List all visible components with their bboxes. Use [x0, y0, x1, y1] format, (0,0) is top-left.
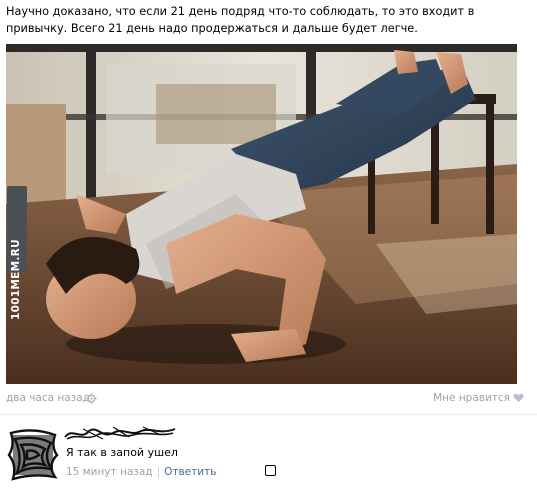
watermark-badge: 1001MEM.RU [7, 186, 27, 320]
watermark-text: 1001MEM.RU [10, 239, 22, 320]
divider [0, 414, 537, 415]
comment-text: Я так в запой ушел [66, 446, 178, 459]
comment-time[interactable]: 15 минут назад [66, 466, 153, 478]
heart-icon [513, 393, 524, 403]
author-name-scribble[interactable] [63, 423, 178, 443]
gear-icon[interactable] [86, 393, 97, 404]
post-meta: два часа назад Мне нравится [6, 392, 537, 408]
checkbox[interactable] [265, 465, 276, 476]
post-text: Научно доказано, что если 21 день подряд… [6, 5, 475, 35]
like-label: Мне нравится [433, 392, 510, 404]
post-photo[interactable] [6, 44, 517, 384]
reply-link[interactable]: Ответить [164, 466, 216, 478]
like-button[interactable]: Мне нравится [433, 392, 524, 404]
pushup-photo-illustration [6, 44, 517, 384]
comment-meta: 15 минут назад | Ответить [66, 466, 216, 478]
post-time[interactable]: два часа назад [6, 392, 90, 404]
avatar[interactable] [7, 425, 59, 481]
separator: | [156, 466, 161, 478]
